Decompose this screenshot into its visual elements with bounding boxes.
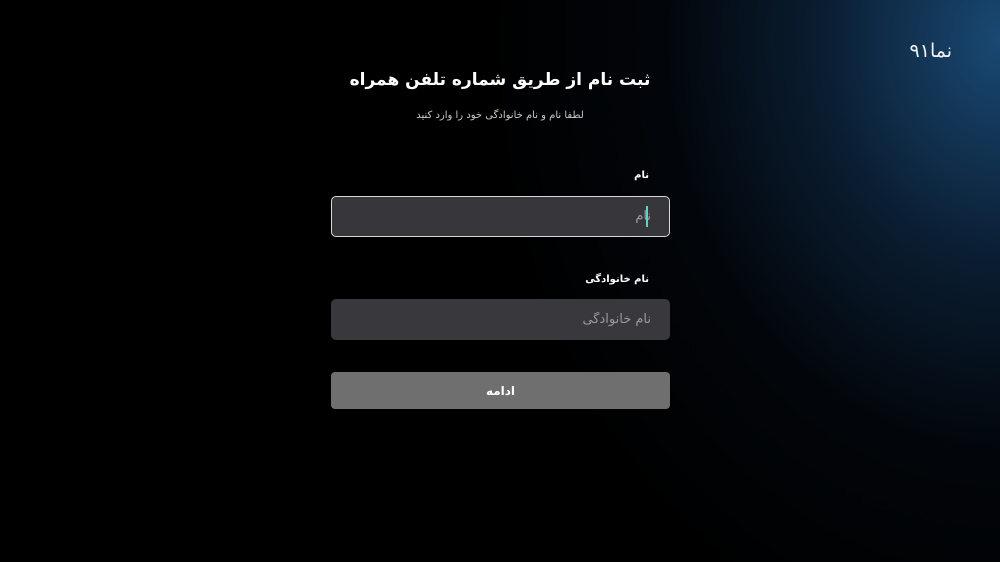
continue-button[interactable]: ادامه: [331, 372, 670, 409]
last-name-label: نام خانوادگی: [585, 274, 649, 285]
last-name-input[interactable]: [331, 299, 670, 340]
brand-logo: نما۹۱: [909, 40, 952, 62]
page-title: ثبت نام از طریق شماره تلفن همراه: [349, 70, 651, 90]
text-caret: [646, 206, 648, 227]
first-name-input[interactable]: [331, 196, 670, 237]
page-subtitle: لطفا نام و نام خانوادگی خود را وارد کنید: [416, 110, 584, 121]
first-name-label: نام: [634, 170, 649, 181]
